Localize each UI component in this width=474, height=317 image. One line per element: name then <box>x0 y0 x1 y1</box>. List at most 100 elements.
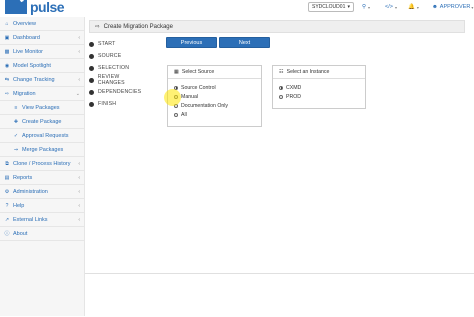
sidebar-item-about[interactable]: ⓘ About <box>0 227 84 241</box>
app-logo[interactable]: pulse <box>5 0 65 15</box>
source-option-source-control[interactable]: Source Control <box>168 83 261 92</box>
search-button[interactable]: ⚲ ▾ <box>362 2 370 12</box>
sidebar-item-clone-process-history[interactable]: ⧉ Clone / Process History ‹ <box>0 157 84 171</box>
radio-button[interactable] <box>279 85 283 90</box>
migration-icon: ⇨ <box>95 23 100 30</box>
step-finish: FINISH <box>89 98 146 110</box>
step-start: START <box>89 38 146 50</box>
notifications-button[interactable]: 🔔 ▾ <box>408 2 419 12</box>
sidebar-item-label: Migration <box>13 90 36 97</box>
sidebar-item-model-spotlight[interactable]: ◉ Model Spotlight <box>0 59 84 73</box>
sidebar-item-overview[interactable]: ⌂ Overview <box>0 17 84 31</box>
card-title: Select Source <box>181 69 215 75</box>
sidebar-item-dashboard[interactable]: ▣ Dashboard ‹ <box>0 31 84 45</box>
search-icon: ⚲ <box>362 4 367 10</box>
step-dot <box>89 53 94 59</box>
sidebar-item-label: Clone / Process History <box>13 160 71 167</box>
user-menu[interactable]: ☻ APPROVER ▾ <box>432 2 473 12</box>
step-label: SELECTION <box>98 65 130 71</box>
sidebar-item-migration[interactable]: ⇨ Migration ⌄ <box>0 87 84 101</box>
step-label: SOURCE <box>98 53 122 59</box>
monitor-icon: ▩ <box>4 48 10 55</box>
user-icon: ☻ <box>432 4 438 10</box>
sidebar-item-label: External Links <box>13 216 48 223</box>
sidebar-item-label: Model Spotlight <box>13 62 51 69</box>
radio-button[interactable] <box>279 94 283 99</box>
sidebar-item-create-package[interactable]: ✚ Create Package <box>0 115 84 129</box>
step-label: REVIEW CHANGES <box>97 74 125 86</box>
cursor-highlight <box>164 89 181 106</box>
sidebar-item-administration[interactable]: ⚙ Administration ‹ <box>0 185 84 199</box>
chevron-left-icon: ‹ <box>78 188 80 195</box>
sidebar-item-live-monitor[interactable]: ▩ Live Monitor ‹ <box>0 45 84 59</box>
wizard-steps: START SOURCE SELECTION REVIEW CHANGES DE… <box>89 38 146 110</box>
step-dot <box>89 101 94 107</box>
chevron-left-icon: ‹ <box>78 76 80 83</box>
radio-label: CXMD <box>286 84 302 91</box>
card-title: Select an Instance <box>286 69 330 75</box>
source-option-documentation-only[interactable]: Documentation Only <box>168 101 261 110</box>
select-source-header: ▦ Select Source <box>168 66 261 79</box>
code-icon: </> <box>385 4 393 10</box>
step-label: START <box>98 41 116 47</box>
org-select-value: SYDCLOUD01 <box>312 4 346 10</box>
sidebar-item-change-tracking[interactable]: ⇆ Change Tracking ‹ <box>0 73 84 87</box>
code-button[interactable]: </> ▾ <box>385 2 397 12</box>
sidebar-item-view-packages[interactable]: ≡ View Packages <box>0 101 84 115</box>
sidebar-item-label: Administration <box>13 188 48 195</box>
chevron-left-icon: ‹ <box>78 34 80 41</box>
sidebar-item-reports[interactable]: ▤ Reports ‹ <box>0 171 84 185</box>
sidebar-item-approval-requests[interactable]: ✓ Approval Requests <box>0 129 84 143</box>
sidebar-item-external-links[interactable]: ↗ External Links ‹ <box>0 213 84 227</box>
merge-icon: ⇝ <box>13 146 19 153</box>
next-button[interactable]: Next <box>219 37 270 48</box>
org-select[interactable]: SYDCLOUD01 ▾ <box>308 2 354 12</box>
radio-label: Manual <box>181 93 199 100</box>
instance-option-cxmd[interactable]: CXMD <box>273 83 365 92</box>
step-dependencies: DEPENDENCIES <box>89 86 146 98</box>
migration-icon: ⇨ <box>4 90 10 97</box>
chevron-left-icon: ‹ <box>78 202 80 209</box>
source-option-all[interactable]: All <box>168 110 261 119</box>
step-label: DEPENDENCIES <box>98 89 142 95</box>
chevron-down-icon: ▾ <box>347 4 350 10</box>
chevron-down-icon: ⌄ <box>75 90 80 97</box>
chevron-left-icon: ‹ <box>78 216 80 223</box>
page-title: Create Migration Package <box>103 23 173 30</box>
select-source-card: ▦ Select Source Source Control Manual Doc… <box>167 65 262 127</box>
previous-button[interactable]: Previous <box>166 37 217 48</box>
sidebar-item-help[interactable]: ? Help ‹ <box>0 199 84 213</box>
instance-option-prod[interactable]: PROD <box>273 92 365 101</box>
chevron-left-icon: ‹ <box>78 160 80 167</box>
sidebar: ⌂ Overview ▣ Dashboard ‹ ▩ Live Monitor ‹ ◉ Mo… <box>0 17 85 316</box>
step-dot <box>89 65 94 71</box>
sidebar-item-label: Merge Packages <box>22 146 64 153</box>
help-icon: ? <box>5 202 9 209</box>
select-instance-header: ☷ Select an Instance <box>273 66 365 79</box>
step-dot <box>89 41 94 47</box>
chevron-left-icon: ‹ <box>78 48 80 55</box>
step-dot <box>89 89 94 95</box>
source-option-manual[interactable]: Manual <box>168 92 261 101</box>
grid-icon: ▦ <box>174 69 179 75</box>
check-icon: ✓ <box>13 132 19 139</box>
bell-icon: 🔔 <box>408 4 415 10</box>
radio-label: PROD <box>286 93 301 100</box>
radio-button[interactable] <box>174 112 178 117</box>
chevron-left-icon: ‹ <box>78 174 80 181</box>
spotlight-icon: ◉ <box>4 62 10 69</box>
clone-icon: ⧉ <box>5 160 9 167</box>
select-instance-card: ☷ Select an Instance CXMD PROD <box>272 65 366 109</box>
sidebar-item-label: Overview <box>13 20 36 27</box>
dashboard-icon: ▣ <box>4 34 10 41</box>
step-selection: SELECTION <box>89 62 146 74</box>
admin-icon: ⚙ <box>4 188 10 195</box>
sidebar-item-label: Approval Requests <box>22 132 69 139</box>
step-dot <box>89 77 94 83</box>
sidebar-item-label: Change Tracking <box>13 76 55 83</box>
plus-icon: ✚ <box>13 118 19 125</box>
sitemap-icon: ☷ <box>279 69 284 75</box>
sidebar-item-label: Live Monitor <box>13 48 43 55</box>
sidebar-item-merge-packages[interactable]: ⇝ Merge Packages <box>0 143 84 157</box>
top-bar: pulse SYDCLOUD01 ▾ ⚲ ▾ </> ▾ 🔔 ▾ ☻ APPROVER… <box>0 0 474 18</box>
